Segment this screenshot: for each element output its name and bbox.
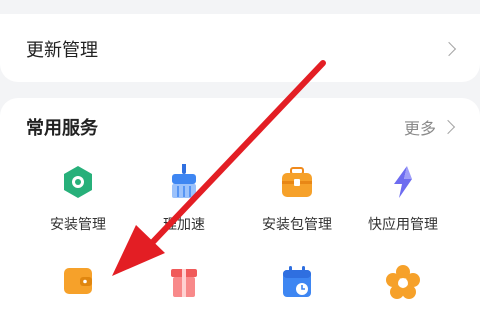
flower-icon — [386, 265, 420, 299]
section-title: 常用服务 — [26, 118, 98, 139]
update-management-item[interactable]: 更新管理 — [0, 14, 480, 82]
install-manager-icon — [64, 166, 92, 198]
service-label: 安装管理 — [50, 217, 106, 233]
calendar-clock-icon — [283, 266, 311, 297]
service-label: 快应用管理 — [368, 217, 438, 233]
more-chevron-icon[interactable] — [440, 119, 456, 135]
cleanup-accelerate-icon — [172, 164, 196, 198]
package-manager-icon — [282, 167, 312, 197]
service-label: 理加速 — [163, 217, 205, 233]
quick-app-icon — [394, 166, 412, 198]
update-management-label: 更新管理 — [26, 40, 98, 61]
chevron-right-icon — [441, 41, 457, 57]
gift-icon — [171, 269, 197, 297]
wallet-icon — [64, 268, 92, 294]
common-services-card: 常用服务 更多 安装管理 理加速 安装包管理 快应用管理 — [0, 98, 480, 318]
service-label: 安装包管理 — [262, 217, 332, 233]
more-link[interactable]: 更多 — [404, 115, 436, 139]
